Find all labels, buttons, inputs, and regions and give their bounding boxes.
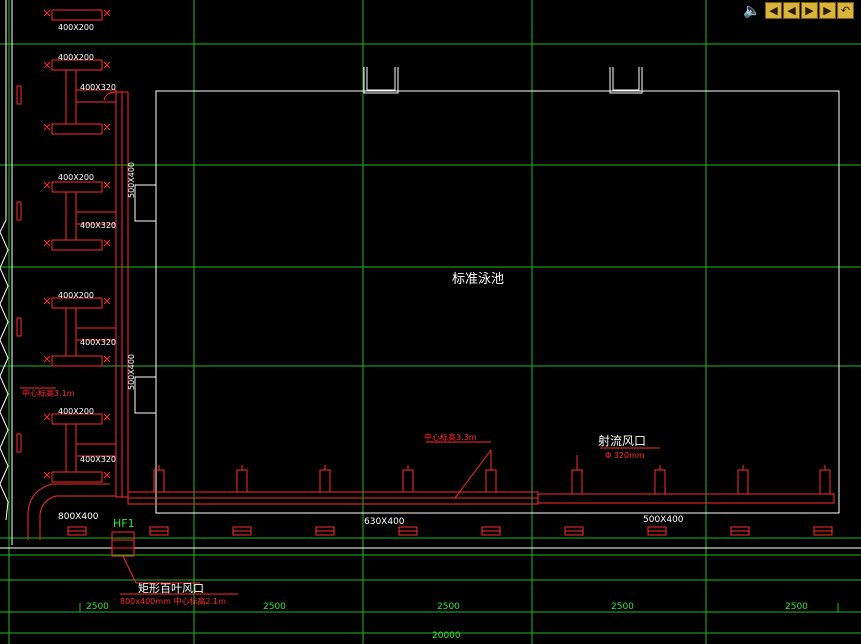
duct-size-400x200: 400X200 xyxy=(58,53,94,62)
outlet-drops xyxy=(153,465,831,495)
hf-label: HF1 xyxy=(113,517,135,530)
first-icon[interactable]: ◀ xyxy=(765,2,782,19)
last-icon[interactable]: ▶ xyxy=(819,2,836,19)
duct-size-800x400: 800X400 xyxy=(58,512,99,522)
duct-size-630x400: 630X400 xyxy=(364,517,405,527)
duct-size-vertical: 500X400 xyxy=(127,354,136,390)
outlet-spec: Φ 320mm xyxy=(605,451,645,460)
next-icon[interactable]: ▶ xyxy=(801,2,818,19)
duct-size-vertical: 500X400 xyxy=(127,162,136,198)
duct-system xyxy=(16,9,835,595)
duct-size-400x320: 400X320 xyxy=(80,338,116,347)
dimension-text: 2500 xyxy=(437,602,460,612)
louver-spec: 800x400mm 中心标高2.1m xyxy=(120,596,226,606)
left-wall-marks xyxy=(16,85,22,453)
duct-size-400x320: 400X320 xyxy=(80,221,116,230)
floor-plan: 标准泳池 射流风口 Φ 320mm 中心标高3.3m 中心标高3.1m 800x… xyxy=(0,0,861,644)
floor-grilles xyxy=(67,526,833,536)
duct-size-500x400: 500X400 xyxy=(643,515,684,525)
dimension-text: 2500 xyxy=(785,602,808,612)
prev-icon[interactable]: ◀ xyxy=(783,2,800,19)
duct-size-400x200: 400X200 xyxy=(58,23,94,32)
dimension-total: 20000 xyxy=(432,631,461,641)
pool-label: 标准泳池 xyxy=(452,272,504,287)
pool-outline xyxy=(0,0,861,549)
dimension-text: 2500 xyxy=(86,602,109,612)
cad-drawing-canvas: 标准泳池 射流风口 Φ 320mm 中心标高3.3m 中心标高3.1m 800x… xyxy=(0,0,861,644)
outlet-label: 射流风口 xyxy=(598,433,646,448)
duct-size-400x320: 400X320 xyxy=(80,83,116,92)
center-height-left: 中心标高3.1m xyxy=(22,388,75,398)
louver-label: 矩形百叶风口 xyxy=(138,582,204,595)
duct-size-400x200: 400X200 xyxy=(58,407,94,416)
dimension-text: 2500 xyxy=(611,602,634,612)
dimension-text: 2500 xyxy=(263,602,286,612)
duct-size-400x200: 400X200 xyxy=(58,291,94,300)
grid-lines xyxy=(0,0,861,644)
navigation-toolbar: ◀ ◀ ▶ ▶ ↶ xyxy=(765,2,854,22)
center-height-main: 中心标高3.3m xyxy=(424,432,477,442)
speaker-icon[interactable]: 🔈 xyxy=(743,3,761,19)
return-icon[interactable]: ↶ xyxy=(837,2,854,19)
duct-size-400x320: 400X320 xyxy=(80,455,116,464)
duct-size-400x200: 400X200 xyxy=(58,173,94,182)
